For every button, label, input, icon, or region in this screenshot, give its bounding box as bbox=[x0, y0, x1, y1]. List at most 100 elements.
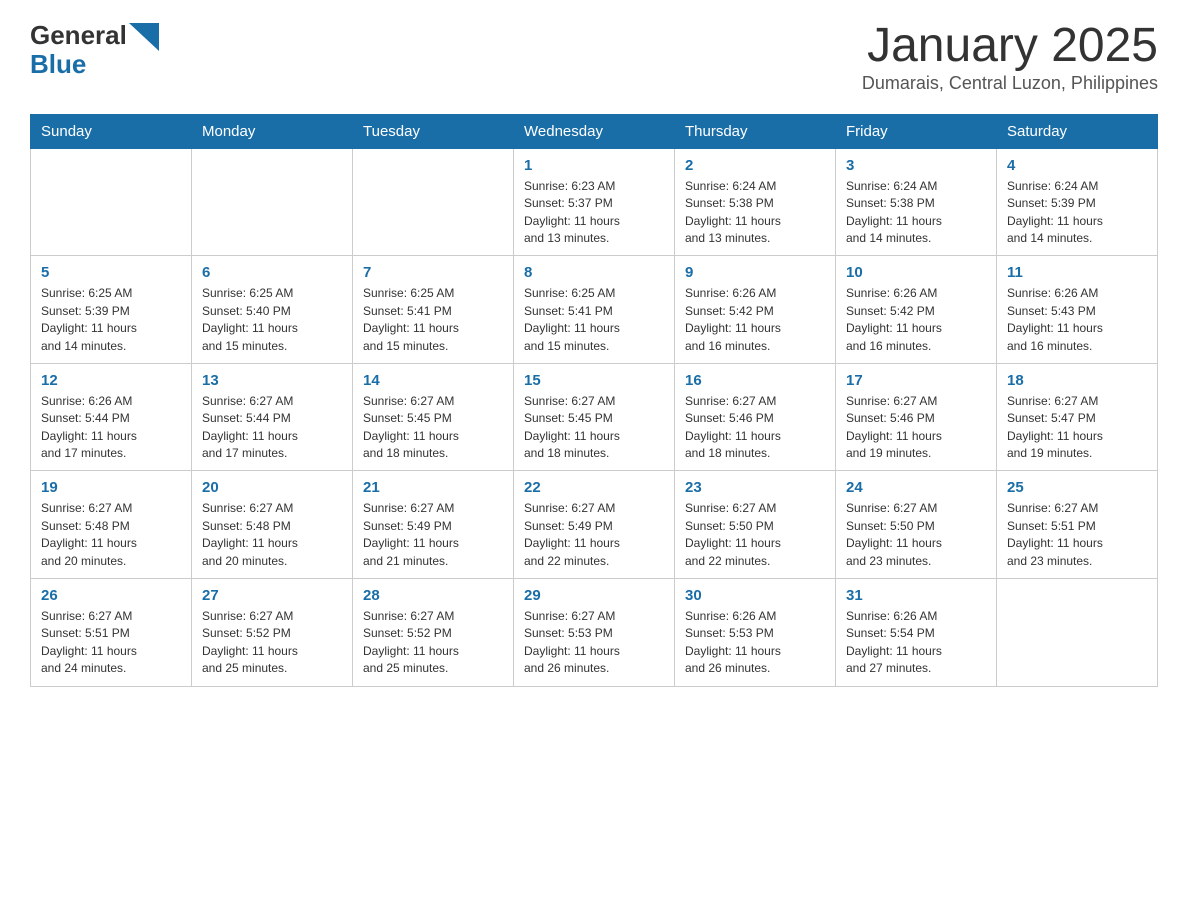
day-info: Sunrise: 6:27 AM Sunset: 5:53 PM Dayligh… bbox=[524, 608, 664, 678]
day-info: Sunrise: 6:27 AM Sunset: 5:52 PM Dayligh… bbox=[363, 608, 503, 678]
day-info: Sunrise: 6:26 AM Sunset: 5:42 PM Dayligh… bbox=[846, 285, 986, 355]
day-number: 16 bbox=[685, 372, 825, 389]
calendar-cell bbox=[997, 579, 1158, 687]
calendar-cell: 8 Sunrise: 6:25 AM Sunset: 5:41 PM Daylig… bbox=[514, 256, 675, 364]
day-info: Sunrise: 6:27 AM Sunset: 5:47 PM Dayligh… bbox=[1007, 393, 1147, 463]
day-number: 20 bbox=[202, 479, 342, 496]
calendar-week-3: 12Sunrise: 6:26 AM Sunset: 5:44 PM Dayli… bbox=[31, 363, 1158, 471]
day-info: Sunrise: 6:25 AM Sunset: 5:39 PM Dayligh… bbox=[41, 285, 181, 355]
day-number: 27 bbox=[202, 587, 342, 604]
day-number: 1 bbox=[524, 157, 664, 174]
day-info: Sunrise: 6:24 AM Sunset: 5:39 PM Dayligh… bbox=[1007, 178, 1147, 248]
calendar-cell: 13Sunrise: 6:27 AM Sunset: 5:44 PM Dayli… bbox=[192, 363, 353, 471]
day-number: 5 bbox=[41, 264, 181, 281]
day-number: 25 bbox=[1007, 479, 1147, 496]
day-info: Sunrise: 6:27 AM Sunset: 5:48 PM Dayligh… bbox=[202, 500, 342, 570]
calendar-header-monday: Monday bbox=[192, 114, 353, 148]
day-number: 17 bbox=[846, 372, 986, 389]
day-number: 11 bbox=[1007, 264, 1147, 281]
title-section: January 2025 Dumarais, Central Luzon, Ph… bbox=[862, 20, 1158, 94]
calendar-cell: 24 Sunrise: 6:27 AM Sunset: 5:50 PM Dayli… bbox=[836, 471, 997, 579]
day-number: 26 bbox=[41, 587, 181, 604]
logo-icon bbox=[129, 23, 159, 51]
calendar-week-4: 19 Sunrise: 6:27 AM Sunset: 5:48 PM Dayli… bbox=[31, 471, 1158, 579]
day-number: 28 bbox=[363, 587, 503, 604]
day-info: Sunrise: 6:24 AM Sunset: 5:38 PM Dayligh… bbox=[685, 178, 825, 248]
day-info: Sunrise: 6:27 AM Sunset: 5:50 PM Dayligh… bbox=[846, 500, 986, 570]
day-number: 23 bbox=[685, 479, 825, 496]
calendar-cell: 20 Sunrise: 6:27 AM Sunset: 5:48 PM Dayli… bbox=[192, 471, 353, 579]
day-info: Sunrise: 6:25 AM Sunset: 5:41 PM Dayligh… bbox=[524, 285, 664, 355]
calendar-cell: 22Sunrise: 6:27 AM Sunset: 5:49 PM Dayli… bbox=[514, 471, 675, 579]
calendar-header-tuesday: Tuesday bbox=[353, 114, 514, 148]
day-info: Sunrise: 6:27 AM Sunset: 5:45 PM Dayligh… bbox=[524, 393, 664, 463]
calendar-header-friday: Friday bbox=[836, 114, 997, 148]
calendar-cell: 21Sunrise: 6:27 AM Sunset: 5:49 PM Dayli… bbox=[353, 471, 514, 579]
day-info: Sunrise: 6:27 AM Sunset: 5:51 PM Dayligh… bbox=[41, 608, 181, 678]
day-number: 2 bbox=[685, 157, 825, 174]
calendar-cell: 11 Sunrise: 6:26 AM Sunset: 5:43 PM Dayli… bbox=[997, 256, 1158, 364]
logo-text-general: General bbox=[30, 20, 127, 51]
month-title: January 2025 bbox=[862, 20, 1158, 73]
day-info: Sunrise: 6:27 AM Sunset: 5:46 PM Dayligh… bbox=[685, 393, 825, 463]
day-info: Sunrise: 6:27 AM Sunset: 5:52 PM Dayligh… bbox=[202, 608, 342, 678]
day-number: 31 bbox=[846, 587, 986, 604]
calendar-cell bbox=[353, 148, 514, 256]
calendar-header-row: SundayMondayTuesdayWednesdayThursdayFrid… bbox=[31, 114, 1158, 148]
calendar-week-1: 1 Sunrise: 6:23 AM Sunset: 5:37 PM Daylig… bbox=[31, 148, 1158, 256]
day-number: 8 bbox=[524, 264, 664, 281]
calendar-cell: 12Sunrise: 6:26 AM Sunset: 5:44 PM Dayli… bbox=[31, 363, 192, 471]
calendar-cell: 2 Sunrise: 6:24 AM Sunset: 5:38 PM Daylig… bbox=[675, 148, 836, 256]
calendar-cell: 15Sunrise: 6:27 AM Sunset: 5:45 PM Dayli… bbox=[514, 363, 675, 471]
day-info: Sunrise: 6:27 AM Sunset: 5:49 PM Dayligh… bbox=[524, 500, 664, 570]
calendar-header-sunday: Sunday bbox=[31, 114, 192, 148]
day-info: Sunrise: 6:27 AM Sunset: 5:50 PM Dayligh… bbox=[685, 500, 825, 570]
day-info: Sunrise: 6:25 AM Sunset: 5:41 PM Dayligh… bbox=[363, 285, 503, 355]
calendar-cell: 27 Sunrise: 6:27 AM Sunset: 5:52 PM Dayli… bbox=[192, 579, 353, 687]
calendar-cell: 9 Sunrise: 6:26 AM Sunset: 5:42 PM Daylig… bbox=[675, 256, 836, 364]
calendar-week-5: 26 Sunrise: 6:27 AM Sunset: 5:51 PM Dayli… bbox=[31, 579, 1158, 687]
calendar-cell: 5 Sunrise: 6:25 AM Sunset: 5:39 PM Daylig… bbox=[31, 256, 192, 364]
day-info: Sunrise: 6:26 AM Sunset: 5:44 PM Dayligh… bbox=[41, 393, 181, 463]
day-number: 3 bbox=[846, 157, 986, 174]
calendar-cell: 4Sunrise: 6:24 AM Sunset: 5:39 PM Daylig… bbox=[997, 148, 1158, 256]
calendar-cell: 25Sunrise: 6:27 AM Sunset: 5:51 PM Dayli… bbox=[997, 471, 1158, 579]
calendar-header-thursday: Thursday bbox=[675, 114, 836, 148]
location: Dumarais, Central Luzon, Philippines bbox=[862, 73, 1158, 94]
logo-text-blue: Blue bbox=[30, 49, 86, 79]
day-info: Sunrise: 6:26 AM Sunset: 5:54 PM Dayligh… bbox=[846, 608, 986, 678]
calendar-cell bbox=[192, 148, 353, 256]
calendar-cell bbox=[31, 148, 192, 256]
day-info: Sunrise: 6:27 AM Sunset: 5:45 PM Dayligh… bbox=[363, 393, 503, 463]
calendar-week-2: 5 Sunrise: 6:25 AM Sunset: 5:39 PM Daylig… bbox=[31, 256, 1158, 364]
day-info: Sunrise: 6:24 AM Sunset: 5:38 PM Dayligh… bbox=[846, 178, 986, 248]
page-header: General Blue January 2025 Dumarais, Cent… bbox=[30, 20, 1158, 94]
day-info: Sunrise: 6:27 AM Sunset: 5:44 PM Dayligh… bbox=[202, 393, 342, 463]
day-info: Sunrise: 6:26 AM Sunset: 5:53 PM Dayligh… bbox=[685, 608, 825, 678]
calendar-cell: 30 Sunrise: 6:26 AM Sunset: 5:53 PM Dayli… bbox=[675, 579, 836, 687]
day-number: 7 bbox=[363, 264, 503, 281]
day-number: 30 bbox=[685, 587, 825, 604]
calendar-header-saturday: Saturday bbox=[997, 114, 1158, 148]
calendar-cell: 14 Sunrise: 6:27 AM Sunset: 5:45 PM Dayli… bbox=[353, 363, 514, 471]
day-info: Sunrise: 6:26 AM Sunset: 5:42 PM Dayligh… bbox=[685, 285, 825, 355]
logo: General Blue bbox=[30, 20, 161, 78]
calendar-cell: 19Sunrise: 6:27 AM Sunset: 5:48 PM Dayli… bbox=[31, 471, 192, 579]
calendar-cell: 10 Sunrise: 6:26 AM Sunset: 5:42 PM Dayli… bbox=[836, 256, 997, 364]
calendar-cell: 1 Sunrise: 6:23 AM Sunset: 5:37 PM Daylig… bbox=[514, 148, 675, 256]
calendar-cell: 23 Sunrise: 6:27 AM Sunset: 5:50 PM Dayli… bbox=[675, 471, 836, 579]
day-info: Sunrise: 6:23 AM Sunset: 5:37 PM Dayligh… bbox=[524, 178, 664, 248]
calendar-cell: 26 Sunrise: 6:27 AM Sunset: 5:51 PM Dayli… bbox=[31, 579, 192, 687]
day-info: Sunrise: 6:26 AM Sunset: 5:43 PM Dayligh… bbox=[1007, 285, 1147, 355]
day-number: 19 bbox=[41, 479, 181, 496]
calendar-cell: 29 Sunrise: 6:27 AM Sunset: 5:53 PM Dayli… bbox=[514, 579, 675, 687]
day-number: 24 bbox=[846, 479, 986, 496]
calendar-cell: 17Sunrise: 6:27 AM Sunset: 5:46 PM Dayli… bbox=[836, 363, 997, 471]
calendar-cell: 31 Sunrise: 6:26 AM Sunset: 5:54 PM Dayli… bbox=[836, 579, 997, 687]
day-number: 9 bbox=[685, 264, 825, 281]
calendar-header-wednesday: Wednesday bbox=[514, 114, 675, 148]
day-number: 6 bbox=[202, 264, 342, 281]
day-number: 10 bbox=[846, 264, 986, 281]
day-number: 29 bbox=[524, 587, 664, 604]
day-number: 14 bbox=[363, 372, 503, 389]
